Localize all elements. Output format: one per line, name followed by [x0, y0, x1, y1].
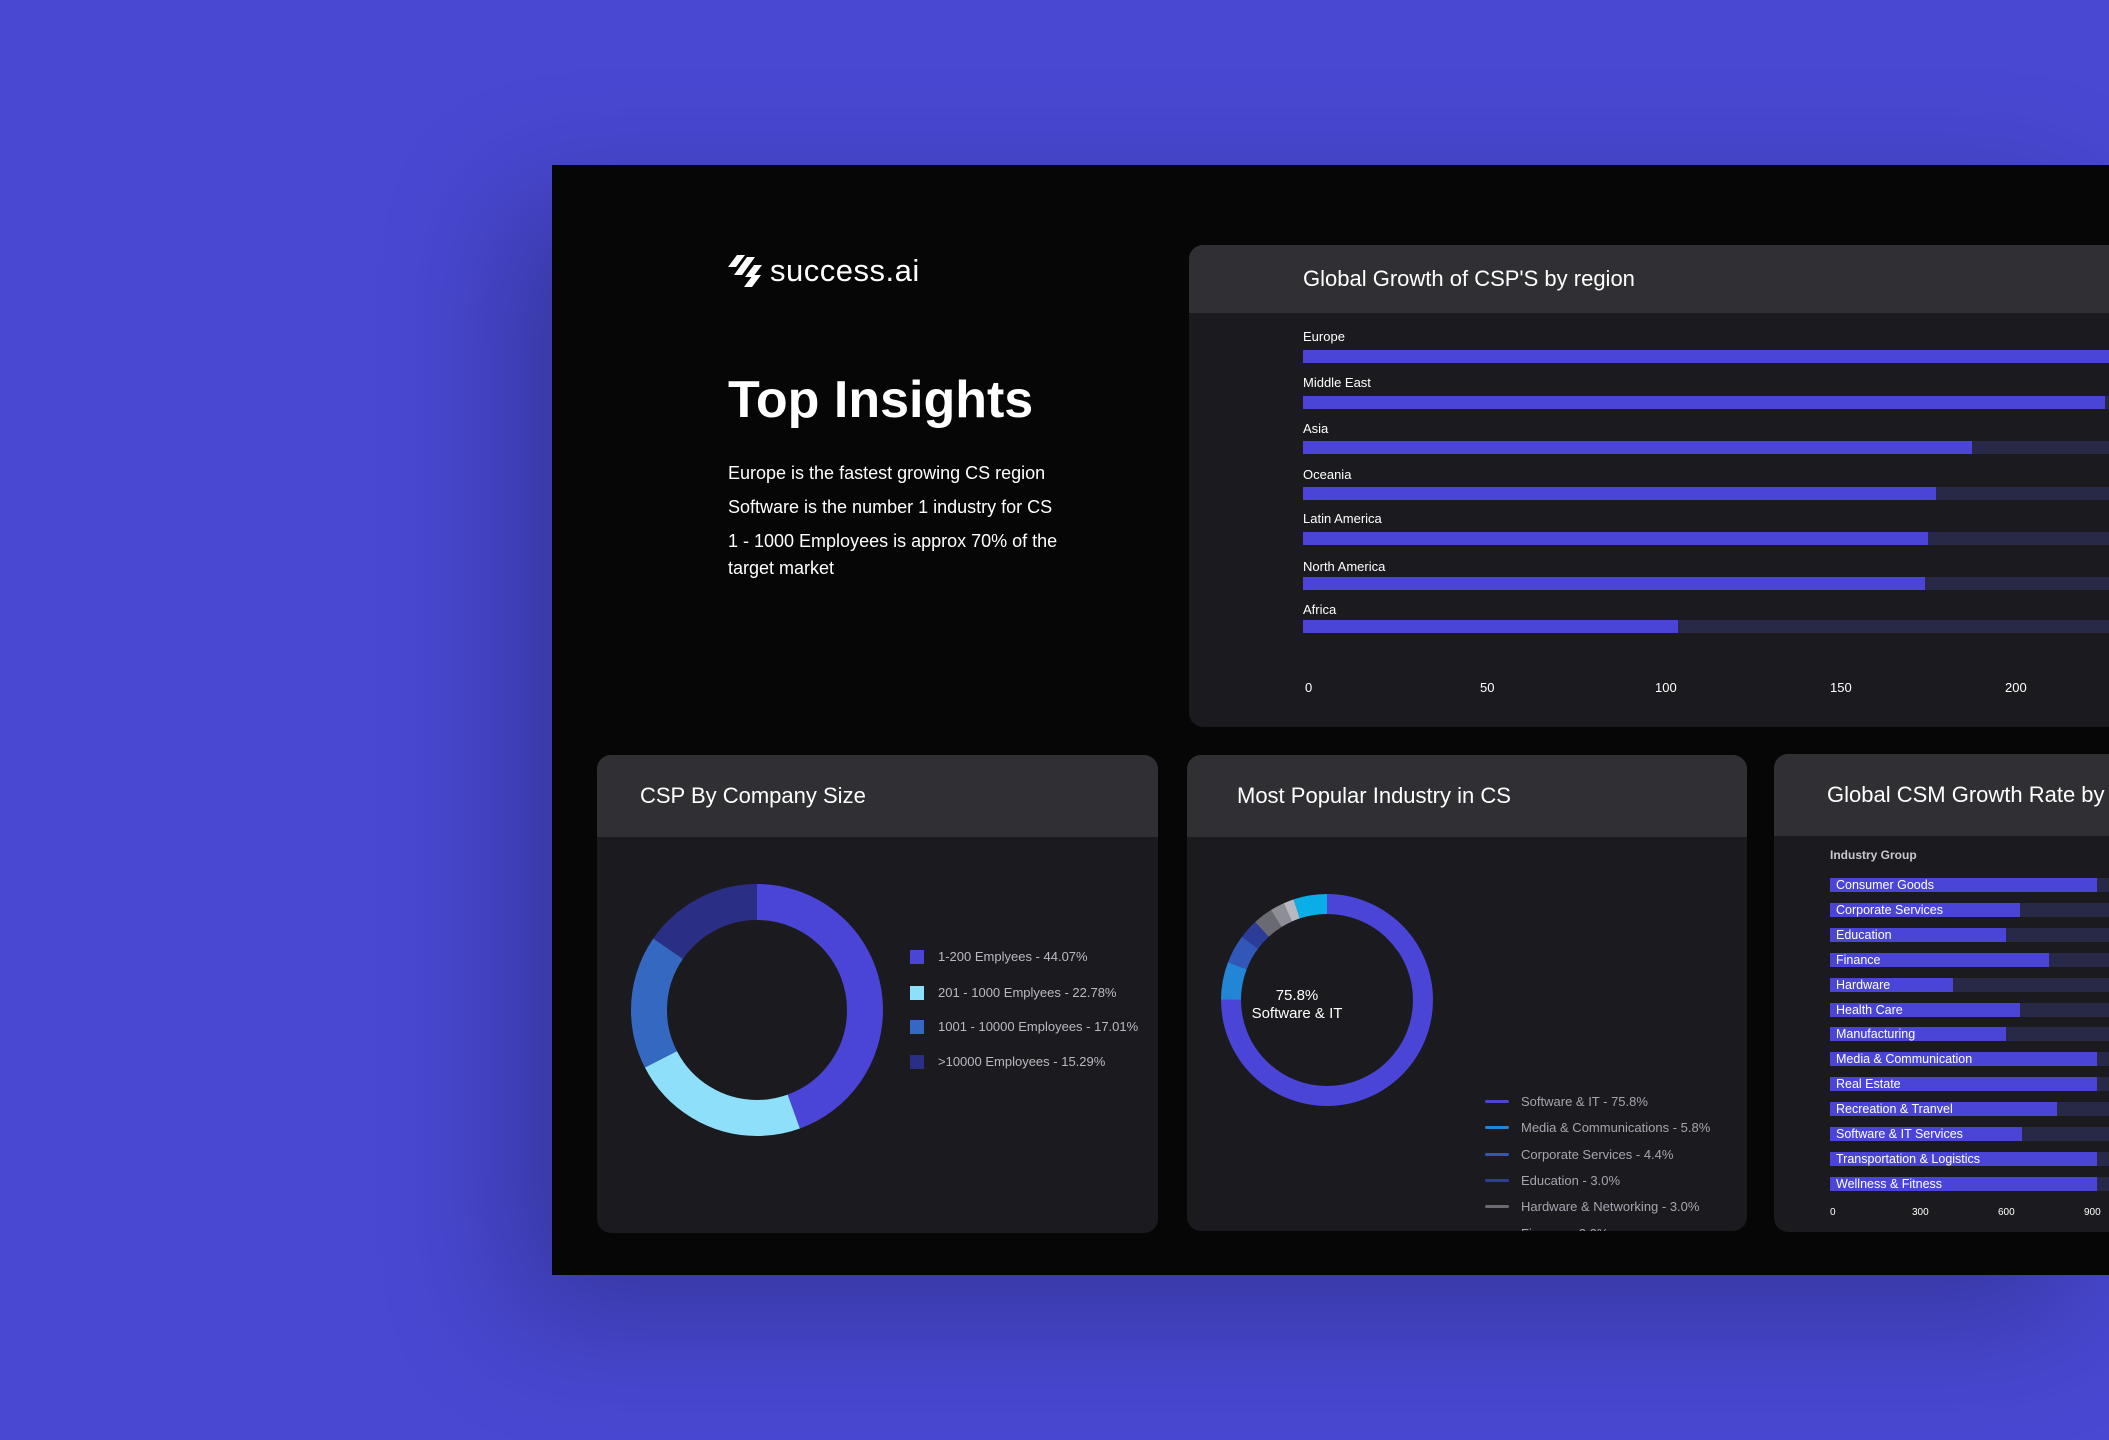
industry-title: Most Popular Industry in CS — [1187, 755, 1747, 837]
industry-legend-item: Education - 3.0% — [1485, 1173, 1620, 1188]
csm-bar-label: Media & Communication — [1836, 1052, 1973, 1067]
csm-bar-label: Manufacturing — [1836, 1027, 1916, 1042]
company-size-legend-item: 201 - 1000 Emplyees - 22.78% — [910, 985, 1117, 1000]
legend-label: 1001 - 10000 Employees - 17.01% — [938, 1019, 1139, 1034]
region-bar-track — [1303, 532, 2109, 545]
brand-name: success.ai — [770, 253, 920, 288]
industry-panel: Most Popular Industry in CS 75.8% Softwa… — [1187, 755, 1747, 1231]
legend-label: Media & Communications - 5.8% — [1521, 1120, 1711, 1136]
region-x-tick: 0 — [1305, 680, 1313, 695]
legend-swatch — [910, 1054, 924, 1069]
legend-label: >10000 Employees - 15.29% — [938, 1054, 1106, 1069]
region-bar — [1303, 620, 1679, 633]
csm-bar-label: Consumer Goods — [1836, 878, 1934, 892]
dashboard-screen: success.ai Top Insights Europe is the fa… — [552, 165, 2109, 1275]
company-size-legend-item: 1001 - 10000 Employees - 17.01% — [910, 1019, 1138, 1034]
region-growth-panel: Global Growth of CSP'S by region Europe M… — [1189, 245, 2109, 727]
company-size-legend-item: 1-200 Emplyees - 44.07% — [910, 949, 1088, 964]
legend-swatch — [910, 1019, 924, 1034]
donut-center-text: Software & IT — [1251, 1005, 1343, 1022]
insight-item: Software is the number 1 industry for CS — [728, 497, 1053, 517]
csm-bar-label: Recreation & Tranvel — [1836, 1102, 1953, 1117]
region-bar — [1303, 350, 2109, 363]
insight-item: Europe is the fastest growing CS region — [728, 463, 1046, 483]
industry-legend-item: Hardware & Networking - 3.0% — [1485, 1199, 1699, 1214]
region-bar — [1303, 487, 1936, 500]
region-bar — [1303, 577, 1925, 590]
region-bar-label: Latin America — [1303, 511, 1382, 526]
legend-swatch — [910, 949, 924, 964]
legend-label: 1-200 Emplyees - 44.07% — [938, 949, 1088, 964]
csm-x-tick: 900 — [2084, 1207, 2101, 1218]
insights-list: Europe is the fastest growing CS region … — [728, 460, 1088, 589]
region-bar-label: Oceania — [1303, 467, 1352, 482]
legend-line — [1485, 1152, 1509, 1156]
page-title: Top Insights — [728, 371, 1034, 429]
legend-swatch — [910, 985, 924, 1000]
company-size-donut — [631, 884, 883, 1136]
legend-line — [1485, 1100, 1509, 1103]
legend-line — [1485, 1178, 1509, 1182]
csm-x-tick: 300 — [1912, 1207, 1929, 1218]
region-bar — [1303, 441, 1973, 454]
region-growth-title: Global Growth of CSP'S by region — [1189, 245, 2109, 313]
industry-legend-item: Media & Communications - 5.8% — [1485, 1120, 1710, 1135]
legend-label: Hardware & Networking - 3.0% — [1521, 1199, 1700, 1215]
region-x-tick: 200 — [2005, 680, 2027, 695]
region-bar-track — [1303, 441, 2109, 454]
donut-center-label: 75.8% Software & IT — [1242, 987, 1352, 1023]
legend-label: Corporate Services - 4.4% — [1521, 1146, 1674, 1162]
csm-bar-label: Hardware — [1836, 977, 1891, 992]
region-x-tick: 50 — [1480, 680, 1495, 695]
company-size-panel: CSP By Company Size 1-200 Emplyees - 44.… — [597, 755, 1158, 1233]
region-bar — [1303, 532, 1929, 545]
brand-logo[interactable]: success.ai — [728, 253, 920, 289]
region-bar-label: Middle East — [1303, 375, 1371, 390]
success-logo-icon — [728, 255, 762, 287]
region-bar-track — [1303, 487, 2109, 500]
industry-legend-item: Software & IT - 75.8% — [1485, 1094, 1648, 1109]
legend-label: 201 - 1000 Emplyees - 22.78% — [938, 985, 1117, 1000]
region-bar — [1303, 396, 2105, 409]
csm-bar-label: Transportation & Logistics — [1836, 1151, 1981, 1166]
region-bar-label: Asia — [1303, 421, 1329, 436]
region-x-tick: 150 — [1830, 680, 1852, 695]
company-size-legend-item: >10000 Employees - 15.29% — [910, 1054, 1105, 1069]
company-size-title: CSP By Company Size — [597, 755, 1158, 837]
csm-bar-label: Real Estate — [1836, 1077, 1901, 1092]
region-bar-label: Europe — [1303, 329, 1345, 344]
legend-label: Software & IT - 75.8% — [1521, 1094, 1648, 1109]
insight-item: 1 - 1000 Employees is approx 70% of the … — [728, 531, 1058, 578]
region-bar-track — [1303, 620, 2109, 633]
legend-label: Finance - 2.2% — [1521, 1226, 1608, 1232]
region-bar-track — [1303, 350, 2109, 363]
industry-legend-item: Corporate Services - 4.4% — [1485, 1147, 1673, 1162]
region-bar-label: Africa — [1303, 602, 1337, 617]
region-bar-label: North America — [1303, 559, 1386, 574]
csm-bar-label: Wellness & Fitness — [1836, 1176, 1943, 1191]
csm-growth-panel: Global CSM Growth Rate by Industry Group… — [1774, 754, 2109, 1232]
industry-legend-item: Finance - 2.2% — [1485, 1226, 1608, 1232]
legend-label: Education - 3.0% — [1521, 1172, 1621, 1188]
region-bar-track — [1303, 577, 2109, 590]
csm-axis-title: Industry Group — [1830, 848, 1917, 862]
csm-bar-label: Corporate Services — [1836, 902, 1943, 917]
legend-line — [1485, 1126, 1509, 1130]
csm-bar-label: Education — [1836, 927, 1892, 942]
region-bar-track — [1303, 396, 2109, 409]
region-x-tick: 100 — [1655, 680, 1677, 695]
csm-bar-label: Health Care — [1836, 1002, 1903, 1017]
csm-bar-label: Software & IT Services — [1836, 1127, 1963, 1141]
csm-bar-label: Finance — [1836, 952, 1881, 967]
legend-line — [1485, 1205, 1509, 1209]
csm-x-tick: 0 — [1830, 1207, 1836, 1218]
csm-x-tick: 600 — [1998, 1207, 2015, 1218]
csm-growth-title: Global CSM Growth Rate by — [1774, 754, 2109, 836]
donut-center-value: 75.8% — [1275, 987, 1319, 1004]
